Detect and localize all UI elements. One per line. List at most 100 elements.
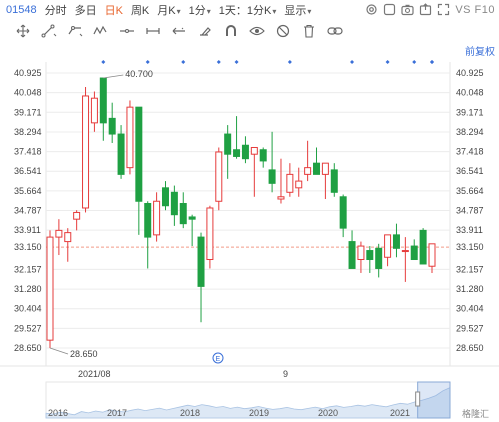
candle-body-down: [170, 191, 178, 216]
min-leader-line: [49, 347, 69, 355]
candlestick-chart: 40.925 40.048 39.171 38.294 37.418 36.541 35.6…: [0, 60, 499, 420]
y-tick-label-left: 40.048: [14, 88, 42, 98]
y-tick-label-left: 33.150: [14, 242, 42, 252]
event-marker-diamond: [181, 60, 186, 64]
x-tick-label: 9: [283, 369, 288, 379]
candle-body-down: [259, 149, 267, 162]
event-marker-diamond: [145, 60, 150, 64]
candle-body-up: [126, 106, 134, 169]
candle-body-down: [188, 216, 196, 220]
y-tick-label-right: 38.294: [456, 127, 484, 137]
y-tick-label-left: 38.294: [14, 127, 42, 137]
y-tick-label-left: 36.541: [14, 166, 42, 176]
candle-body-up: [206, 207, 214, 261]
y-tick-label-right: 28.650: [456, 343, 484, 353]
y-tick-label-right: 29.527: [456, 323, 484, 333]
max-price-label: 40.700: [125, 69, 153, 79]
y-tick-label-left: 33.911: [14, 225, 41, 235]
y-tick-label-left: 34.787: [14, 206, 42, 216]
navigator-year-label: 2017: [107, 408, 127, 418]
navigator-year-label: 2020: [318, 408, 338, 418]
candle-body-down: [144, 202, 152, 238]
candle-body-down: [161, 187, 169, 207]
y-axis-left: 40.925 40.048 39.171 38.294 37.418 36.541 35.6…: [14, 68, 42, 353]
x-tick-label: 2021/08: [78, 369, 111, 379]
event-marker-diamond: [287, 60, 292, 64]
event-marker-diamond: [101, 60, 106, 64]
candle-body-down: [419, 229, 427, 265]
candle-body-down: [99, 77, 107, 124]
candle-body-down: [117, 133, 125, 175]
y-tick-label-left: 31.280: [14, 284, 42, 294]
watermark-label: 格隆汇: [462, 408, 489, 420]
candle-body-down: [410, 245, 418, 261]
navigator-year-label: 2019: [249, 408, 269, 418]
candle-body-up: [46, 236, 54, 341]
navigator-selected-range: [417, 381, 451, 419]
candle-body-down: [330, 169, 338, 193]
y-tick-label-right: 31.280: [456, 284, 484, 294]
candle-body-up: [304, 167, 312, 175]
candle-body-up: [295, 180, 303, 189]
y-tick-label-right: 30.404: [456, 304, 484, 314]
y-axis-right: 40.925 40.048 39.171 38.294 37.418 36.541 35.6…: [456, 68, 484, 353]
min-price-label: 28.650: [70, 349, 98, 359]
candle-body-down: [197, 236, 205, 287]
y-tick-label-right: 40.048: [456, 88, 484, 98]
navigator-year-label: 2021: [390, 408, 410, 418]
y-tick-label-left: 37.418: [14, 147, 42, 157]
y-tick-label-right: 33.150: [456, 242, 484, 252]
candle-body-down: [179, 202, 187, 225]
candle-body-up: [55, 229, 63, 238]
candle-body-down: [108, 117, 116, 135]
candle-body-down: [313, 162, 321, 175]
y-tick-label-right: 34.787: [456, 206, 484, 216]
candle-body-up: [250, 146, 258, 155]
event-marker-diamond: [430, 60, 434, 64]
candle-body-down: [135, 106, 143, 202]
y-tick-label-left: 28.650: [14, 343, 42, 353]
event-marker-diamond: [216, 60, 221, 64]
y-tick-label-left: 29.527: [14, 323, 42, 333]
event-marker-diamond: [350, 60, 355, 64]
y-tick-label-right: 35.664: [456, 186, 484, 196]
candle-body-down: [392, 234, 400, 249]
y-tick-label-right: 37.418: [456, 147, 484, 157]
y-tick-label-left: 40.925: [14, 68, 42, 78]
event-marker-diamond: [412, 60, 417, 64]
candle-body-down: [375, 247, 383, 269]
candle-body-up: [90, 97, 98, 124]
earnings-marker-letter: E: [216, 356, 221, 363]
candle-series: [46, 77, 436, 348]
candle-body-up: [64, 232, 72, 243]
candle-body-up: [401, 250, 409, 253]
max-leader-line: [103, 74, 124, 79]
candle-body-up: [277, 196, 285, 200]
candle-body-up: [321, 162, 329, 175]
candle-body-up: [153, 200, 161, 236]
y-tick-label-left: 35.664: [14, 186, 42, 196]
navigator-handle-left: [415, 391, 421, 407]
candle-body-down: [224, 133, 232, 155]
candle-body-down: [366, 250, 374, 261]
candle-body-up: [384, 234, 392, 258]
candle-body-down: [339, 196, 347, 229]
candle-body-up: [357, 245, 365, 261]
y-tick-label-left: 30.404: [14, 304, 42, 314]
navigator-year-label: 2018: [180, 408, 200, 418]
event-marker-diamond: [234, 60, 239, 64]
candle-body-down: [348, 241, 356, 269]
navigator-year-label: 2016: [48, 408, 68, 418]
y-tick-label-right: 33.911: [456, 225, 483, 235]
y-tick-label-right: 32.157: [456, 264, 484, 274]
candle-body-up: [73, 211, 81, 220]
time-navigator[interactable]: 2016 2017 2018 2019 2020 2021 格隆汇: [45, 381, 489, 420]
candle-body-down: [241, 144, 249, 160]
x-axis: 2021/08 9: [78, 369, 288, 379]
candle-body-up: [215, 151, 223, 202]
candle-body-down: [268, 169, 276, 184]
y-tick-label-right: 36.541: [456, 166, 484, 176]
y-tick-label-left: 32.157: [14, 264, 42, 274]
candle-body-up: [286, 173, 294, 193]
candle-body-up: [428, 243, 436, 267]
